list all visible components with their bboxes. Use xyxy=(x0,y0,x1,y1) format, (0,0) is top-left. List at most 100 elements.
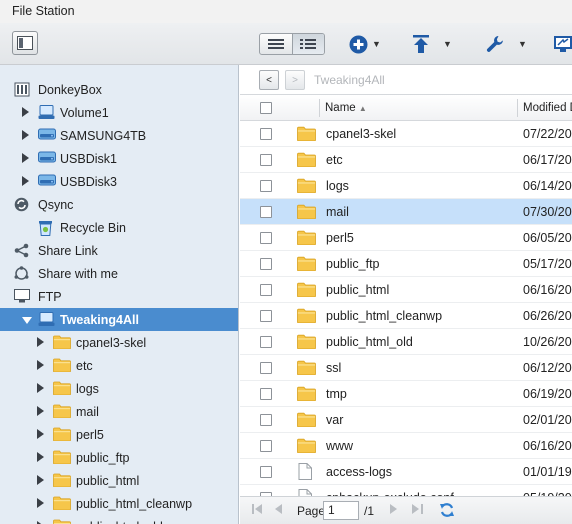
sidebar-item-etc[interactable]: etc xyxy=(0,354,238,377)
file-row[interactable]: public_html_cleanwp 06/26/20 xyxy=(240,303,572,329)
first-page-icon[interactable] xyxy=(252,504,263,517)
file-row[interactable]: cpanel3-skel 07/22/20 xyxy=(240,121,572,147)
sidebar-item-share-with-me[interactable]: Share with me xyxy=(0,262,238,285)
folder-icon xyxy=(53,473,71,487)
sidebar-item-logs[interactable]: logs xyxy=(0,377,238,400)
sidebar-item-share-link[interactable]: Share Link xyxy=(0,239,238,262)
file-name: public_html xyxy=(326,283,390,297)
file-row[interactable]: var 02/01/20 xyxy=(240,407,572,433)
upload-button[interactable]: ▼ xyxy=(413,34,452,54)
row-checkbox[interactable] xyxy=(260,336,272,348)
sidebar-item-public-html-cleanwp[interactable]: public_html_cleanwp xyxy=(0,492,238,515)
modified-column-header[interactable]: Modified D xyxy=(523,102,572,114)
row-checkbox[interactable] xyxy=(260,362,272,374)
row-checkbox[interactable] xyxy=(260,310,272,322)
file-icon xyxy=(298,463,312,483)
file-name: public_html_old xyxy=(326,335,413,349)
expand-arrow-icon[interactable] xyxy=(37,406,44,416)
detail-view-button[interactable] xyxy=(291,34,324,54)
sidebar-item-qsync[interactable]: Qsync xyxy=(0,193,238,216)
expand-arrow-icon[interactable] xyxy=(37,337,44,347)
remote-mount-button[interactable] xyxy=(554,34,572,54)
sidebar-item-label: Share Link xyxy=(38,244,98,258)
tools-button[interactable]: ▼ xyxy=(486,34,527,54)
expand-arrow-icon[interactable] xyxy=(37,429,44,439)
sidebar-item-samsung4tb[interactable]: SAMSUNG4TB xyxy=(0,124,238,147)
sidebar-item-perl5[interactable]: perl5 xyxy=(0,423,238,446)
file-row[interactable]: public_html_old 10/26/20 xyxy=(240,329,572,355)
file-modified-date: 06/05/20 xyxy=(523,231,572,245)
row-checkbox[interactable] xyxy=(260,258,272,270)
select-all-checkbox[interactable] xyxy=(260,102,272,114)
expand-arrow-icon[interactable] xyxy=(22,176,29,186)
folder-icon xyxy=(53,404,71,418)
row-checkbox[interactable] xyxy=(260,154,272,166)
file-row[interactable]: public_ftp 05/17/20 xyxy=(240,251,572,277)
row-checkbox[interactable] xyxy=(260,284,272,296)
sidebar-item-volume1[interactable]: Volume1 xyxy=(0,101,238,124)
prev-page-icon[interactable] xyxy=(274,504,282,517)
expand-arrow-icon[interactable] xyxy=(37,475,44,485)
name-column-header[interactable]: Name ▲ xyxy=(325,102,367,114)
file-row[interactable]: mail 07/30/20 xyxy=(240,199,572,225)
file-row[interactable]: ssl 06/12/20 xyxy=(240,355,572,381)
list-view-button[interactable] xyxy=(260,34,292,54)
sidebar-item-cpanel3-skel[interactable]: cpanel3-skel xyxy=(0,331,238,354)
forward-button[interactable]: > xyxy=(285,70,305,90)
page-label: Page xyxy=(297,504,326,518)
page-number-input[interactable]: 1 xyxy=(323,501,359,520)
sidebar-item-usbdisk1[interactable]: USBDisk1 xyxy=(0,147,238,170)
list-view-icon xyxy=(267,38,284,50)
file-row[interactable]: perl5 06/05/20 xyxy=(240,225,572,251)
last-page-icon[interactable] xyxy=(412,504,423,517)
sidebar-item-tweaking4all[interactable]: Tweaking4All xyxy=(0,308,238,331)
file-row[interactable]: www 06/16/20 xyxy=(240,433,572,459)
collapse-arrow-icon[interactable] xyxy=(22,317,32,324)
row-checkbox[interactable] xyxy=(260,180,272,192)
file-modified-date: 06/16/20 xyxy=(523,283,572,297)
sidebar-item-public-ftp[interactable]: public_ftp xyxy=(0,446,238,469)
file-row[interactable]: tmp 06/19/20 xyxy=(240,381,572,407)
sidebar-item-public-html-old[interactable]: public_html_old xyxy=(0,515,238,524)
back-button[interactable]: < xyxy=(259,70,279,90)
create-button[interactable]: ▼ xyxy=(349,34,381,54)
folder-icon xyxy=(53,427,71,441)
row-checkbox[interactable] xyxy=(260,128,272,140)
file-name: cpanel3-skel xyxy=(326,127,397,141)
row-checkbox[interactable] xyxy=(260,414,272,426)
sidebar-item-usbdisk3[interactable]: USBDisk3 xyxy=(0,170,238,193)
row-checkbox[interactable] xyxy=(260,466,272,478)
expand-arrow-icon[interactable] xyxy=(37,383,44,393)
expand-arrow-icon[interactable] xyxy=(22,107,29,117)
file-name: public_ftp xyxy=(326,257,380,271)
expand-arrow-icon[interactable] xyxy=(37,360,44,370)
file-row[interactable]: etc 06/17/20 xyxy=(240,147,572,173)
expand-arrow-icon[interactable] xyxy=(37,498,44,508)
refresh-icon[interactable] xyxy=(439,502,455,521)
file-row[interactable]: logs 06/14/20 xyxy=(240,173,572,199)
sidebar-item-recycle-bin[interactable]: Recycle Bin xyxy=(0,216,238,239)
folder-icon xyxy=(297,230,316,248)
row-checkbox[interactable] xyxy=(260,388,272,400)
sidebar-item-donkeybox[interactable]: DonkeyBox xyxy=(0,78,238,101)
sidebar-item-label: Volume1 xyxy=(60,106,109,120)
expand-arrow-icon[interactable] xyxy=(22,153,29,163)
tools-icon xyxy=(486,35,504,53)
row-checkbox[interactable] xyxy=(260,440,272,452)
sidebar-item-label: Qsync xyxy=(38,198,74,212)
next-page-icon[interactable] xyxy=(390,504,398,517)
sidebar-item-label: public_html_old xyxy=(76,520,163,524)
sidebar-toggle-button[interactable] xyxy=(12,31,38,55)
create-icon xyxy=(349,35,368,54)
row-checkbox[interactable] xyxy=(260,232,272,244)
expand-arrow-icon[interactable] xyxy=(37,452,44,462)
file-row[interactable]: access-logs 01/01/19 xyxy=(240,459,572,485)
expand-arrow-icon[interactable] xyxy=(22,130,29,140)
file-row[interactable]: public_html 06/16/20 xyxy=(240,277,572,303)
sidebar-item-ftp[interactable]: FTP xyxy=(0,285,238,308)
sidebar-item-mail[interactable]: mail xyxy=(0,400,238,423)
row-checkbox[interactable] xyxy=(260,206,272,218)
remote-mount-icon xyxy=(554,35,572,53)
file-modified-date: 10/26/20 xyxy=(523,335,572,349)
sidebar-item-public-html[interactable]: public_html xyxy=(0,469,238,492)
